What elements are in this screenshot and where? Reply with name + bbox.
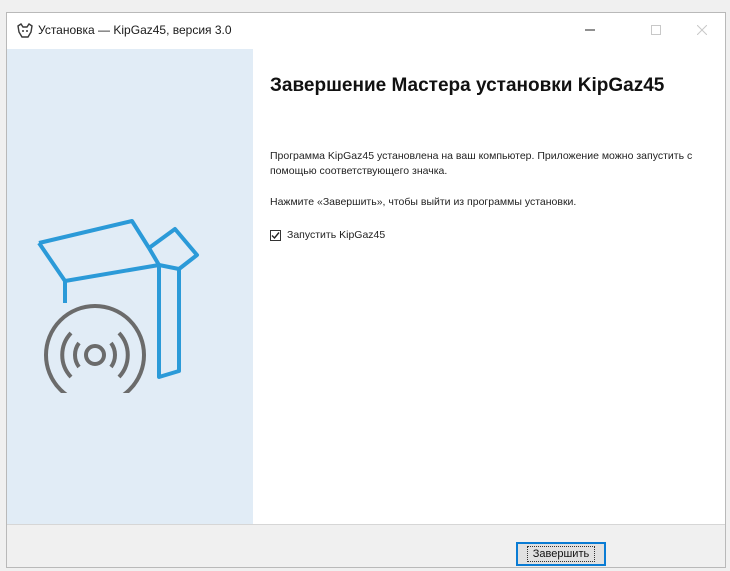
window-title: Установка — KipGaz45, версия 3.0 — [38, 23, 232, 37]
checkmark-icon — [271, 231, 280, 239]
wizard-content: Завершение Мастера установки KipGaz45 Пр… — [253, 49, 725, 524]
launch-checkbox-label[interactable]: Запустить KipGaz45 — [287, 229, 385, 241]
install-complete-text: Программа KipGaz45 установлена на ваш ко… — [270, 150, 693, 177]
wizard-footer: Завершить — [7, 524, 725, 567]
launch-checkbox-row[interactable]: Запустить KipGaz45 — [270, 229, 385, 241]
finish-instruction-text: Нажмите «Завершить», чтобы выйти из прог… — [270, 196, 577, 208]
close-icon — [696, 22, 708, 40]
installer-window: Установка — KipGaz45, версия 3.0 Заверше… — [6, 12, 726, 568]
finish-button[interactable]: Завершить — [516, 542, 606, 566]
minimize-button[interactable] — [567, 13, 613, 49]
install-box-illustration — [37, 219, 199, 393]
launch-checkbox[interactable] — [270, 229, 281, 241]
maximize-icon — [651, 22, 661, 40]
wizard-sidebar — [7, 49, 253, 524]
minimize-icon — [585, 22, 595, 40]
maximize-button — [633, 13, 679, 49]
app-icon — [16, 22, 34, 40]
page-title: Завершение Мастера установки KipGaz45 — [270, 75, 665, 96]
finish-button-label: Завершить — [526, 546, 596, 562]
close-button — [679, 13, 725, 49]
title-bar[interactable]: Установка — KipGaz45, версия 3.0 — [7, 13, 725, 49]
